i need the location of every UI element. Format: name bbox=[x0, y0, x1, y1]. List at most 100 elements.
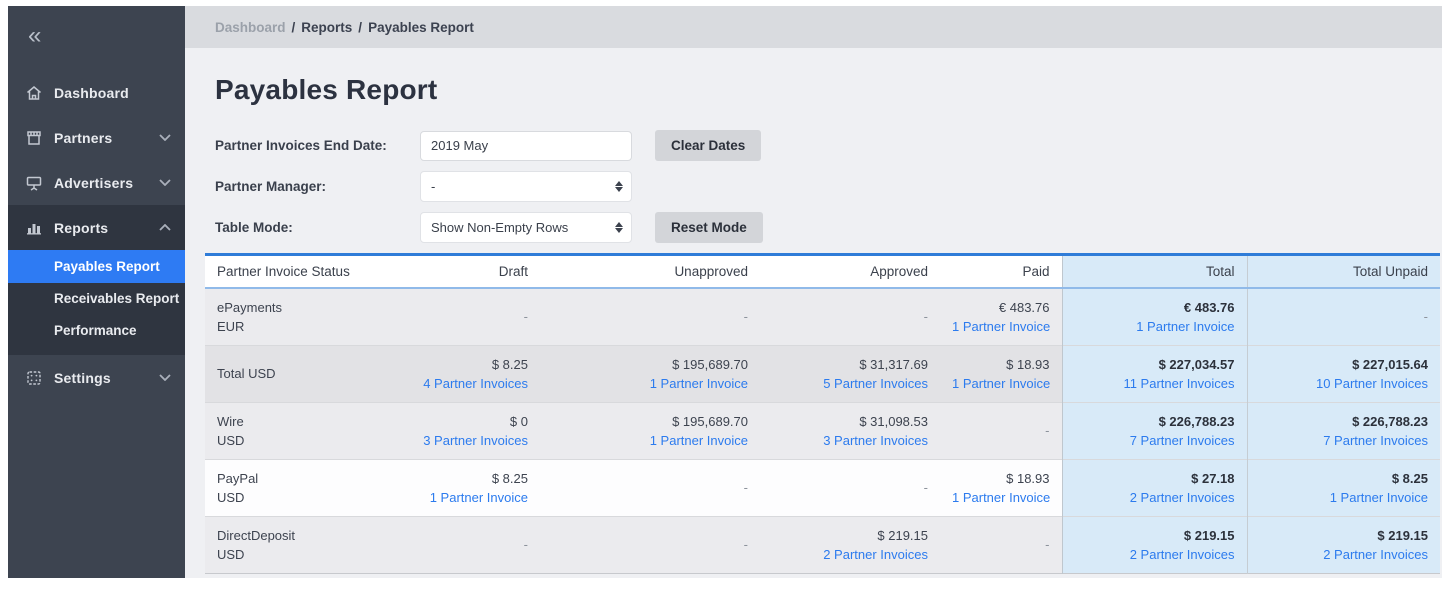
cell-draft: $ 03 Partner Invoices bbox=[405, 402, 540, 459]
amount-value: $ 0 bbox=[417, 412, 528, 431]
payables-table: Partner Invoice StatusDraftUnapprovedApp… bbox=[205, 253, 1440, 574]
partner-invoices-link[interactable]: 7 Partner Invoices bbox=[1075, 431, 1235, 450]
partner-invoices-link[interactable]: 2 Partner Invoices bbox=[1075, 488, 1235, 507]
partner-invoices-link[interactable]: 1 Partner Invoice bbox=[552, 431, 748, 450]
amount-value: $ 219.15 bbox=[772, 526, 928, 545]
amount-value: $ 8.25 bbox=[417, 355, 528, 374]
table-mode-select[interactable]: Show Non-Empty Rows bbox=[420, 212, 632, 243]
amount-value: € 483.76 bbox=[1075, 298, 1235, 317]
sidebar-subitem-payables-report[interactable]: Payables Report bbox=[8, 250, 185, 283]
empty-value-dash: - bbox=[524, 537, 528, 552]
amount-value: € 483.76 bbox=[952, 298, 1050, 317]
clear-dates-button[interactable]: Clear Dates bbox=[655, 130, 761, 161]
content: Payables Report Partner Invoices End Dat… bbox=[185, 48, 1442, 574]
end-date-input[interactable] bbox=[420, 131, 632, 161]
breadcrumb-item-reports[interactable]: Reports bbox=[301, 20, 352, 35]
reset-mode-button[interactable]: Reset Mode bbox=[655, 212, 763, 243]
amount-value: $ 8.25 bbox=[417, 469, 528, 488]
row-name: Total USD bbox=[217, 364, 393, 383]
row-currency: USD bbox=[217, 545, 393, 564]
amount-value: $ 226,788.23 bbox=[1075, 412, 1235, 431]
cell-unapproved: $ 195,689.701 Partner Invoice bbox=[540, 402, 760, 459]
partner-invoices-link[interactable]: 1 Partner Invoice bbox=[1075, 317, 1235, 336]
partner-invoices-link[interactable]: 1 Partner Invoice bbox=[952, 317, 1050, 336]
amount-value: $ 8.25 bbox=[1260, 469, 1429, 488]
cell-total: $ 227,034.5711 Partner Invoices bbox=[1062, 345, 1247, 402]
row-name: ePayments bbox=[217, 298, 393, 317]
breadcrumb-item-current: Payables Report bbox=[368, 20, 474, 35]
empty-value-dash: - bbox=[924, 309, 928, 324]
amount-value: $ 226,788.23 bbox=[1260, 412, 1429, 431]
amount-value: $ 18.93 bbox=[952, 469, 1050, 488]
cell-approved: $ 31,317.695 Partner Invoices bbox=[760, 345, 940, 402]
cell-draft: - bbox=[405, 516, 540, 573]
partner-invoices-link[interactable]: 11 Partner Invoices bbox=[1075, 374, 1235, 393]
partner-invoices-link[interactable]: 1 Partner Invoice bbox=[417, 488, 528, 507]
partner-manager-select[interactable]: - bbox=[420, 171, 632, 202]
filter-row-partner-manager: Partner Manager: - bbox=[215, 171, 1440, 202]
partner-invoices-link[interactable]: 2 Partner Invoices bbox=[1075, 545, 1235, 564]
row-status-cell: ePaymentsEUR bbox=[205, 288, 405, 346]
sidebar-subitem-receivables-report[interactable]: Receivables Report bbox=[8, 283, 185, 315]
row-name: DirectDeposit bbox=[217, 526, 393, 545]
table-row-total-usd: Total USD $ 8.254 Partner Invoices $ 195,6… bbox=[205, 345, 1440, 402]
sidebar-item-advertisers[interactable]: Advertisers bbox=[8, 160, 185, 205]
cell-total: $ 27.182 Partner Invoices bbox=[1062, 459, 1247, 516]
table-mode-label: Table Mode: bbox=[215, 220, 420, 235]
main-area: Dashboard / Reports / Payables Report Pa… bbox=[185, 6, 1442, 578]
partner-invoices-link[interactable]: 2 Partner Invoices bbox=[1260, 545, 1429, 564]
partner-invoices-link[interactable]: 7 Partner Invoices bbox=[1260, 431, 1429, 450]
partner-invoices-link[interactable]: 10 Partner Invoices bbox=[1260, 374, 1429, 393]
sidebar-item-dashboard[interactable]: Dashboard bbox=[8, 70, 185, 115]
breadcrumb-item-dashboard[interactable]: Dashboard bbox=[215, 20, 286, 35]
column-header-total: Total bbox=[1062, 255, 1247, 288]
sidebar-collapse-button[interactable]: « bbox=[28, 26, 54, 46]
amount-value: $ 219.15 bbox=[1075, 526, 1235, 545]
home-icon bbox=[24, 83, 43, 102]
chevron-down-icon bbox=[159, 179, 171, 186]
cell-paid: - bbox=[940, 516, 1062, 573]
row-name: PayPal bbox=[217, 469, 393, 488]
partner-invoices-link[interactable]: 3 Partner Invoices bbox=[417, 431, 528, 450]
row-currency: EUR bbox=[217, 317, 393, 336]
partner-invoices-link[interactable]: 1 Partner Invoice bbox=[952, 374, 1050, 393]
table-mode-value: Show Non-Empty Rows bbox=[431, 220, 615, 235]
empty-value-dash: - bbox=[1045, 423, 1049, 438]
partner-invoices-link[interactable]: 3 Partner Invoices bbox=[772, 431, 928, 450]
partner-invoices-link[interactable]: 1 Partner Invoice bbox=[952, 488, 1050, 507]
cell-paid: $ 18.931 Partner Invoice bbox=[940, 345, 1062, 402]
cell-paid: $ 18.931 Partner Invoice bbox=[940, 459, 1062, 516]
sidebar: « DashboardPartnersAdvertisersReportsPay… bbox=[8, 6, 185, 578]
billboard-icon bbox=[24, 173, 43, 192]
sidebar-section-reports: ReportsPayables ReportReceivables Report… bbox=[8, 205, 185, 355]
cell-total-unpaid: - bbox=[1247, 288, 1440, 346]
sidebar-item-reports[interactable]: Reports bbox=[8, 205, 185, 250]
partner-invoices-link[interactable]: 1 Partner Invoice bbox=[552, 374, 748, 393]
sidebar-subitem-performance[interactable]: Performance bbox=[8, 315, 185, 347]
cell-total: $ 226,788.237 Partner Invoices bbox=[1062, 402, 1247, 459]
partner-invoices-link[interactable]: 4 Partner Invoices bbox=[417, 374, 528, 393]
sidebar-nav: DashboardPartnersAdvertisersReportsPayab… bbox=[8, 70, 185, 400]
cell-total-unpaid: $ 227,015.6410 Partner Invoices bbox=[1247, 345, 1440, 402]
amount-value: $ 27.18 bbox=[1075, 469, 1235, 488]
column-header-paid: Paid bbox=[940, 255, 1062, 288]
partner-invoices-link[interactable]: 2 Partner Invoices bbox=[772, 545, 928, 564]
cell-draft: - bbox=[405, 288, 540, 346]
cell-draft: $ 8.254 Partner Invoices bbox=[405, 345, 540, 402]
breadcrumb: Dashboard / Reports / Payables Report bbox=[185, 6, 1442, 48]
sidebar-item-partners[interactable]: Partners bbox=[8, 115, 185, 160]
partner-invoices-link[interactable]: 5 Partner Invoices bbox=[772, 374, 928, 393]
cell-total-unpaid: $ 219.152 Partner Invoices bbox=[1247, 516, 1440, 573]
partner-manager-label: Partner Manager: bbox=[215, 179, 420, 194]
empty-value-dash: - bbox=[524, 309, 528, 324]
amount-value: $ 195,689.70 bbox=[552, 355, 748, 374]
row-status-cell: DirectDepositUSD bbox=[205, 516, 405, 573]
column-header-partner-invoice-status: Partner Invoice Status bbox=[205, 255, 405, 288]
sidebar-item-settings[interactable]: Settings bbox=[8, 355, 185, 400]
partner-invoices-link[interactable]: 1 Partner Invoice bbox=[1260, 488, 1429, 507]
table-body: ePaymentsEUR---€ 483.761 Partner Invoice… bbox=[205, 288, 1440, 574]
cell-draft: $ 8.251 Partner Invoice bbox=[405, 459, 540, 516]
table-row-epayments: ePaymentsEUR---€ 483.761 Partner Invoice… bbox=[205, 288, 1440, 346]
amount-value: $ 219.15 bbox=[1260, 526, 1429, 545]
cell-approved: $ 219.152 Partner Invoices bbox=[760, 516, 940, 573]
